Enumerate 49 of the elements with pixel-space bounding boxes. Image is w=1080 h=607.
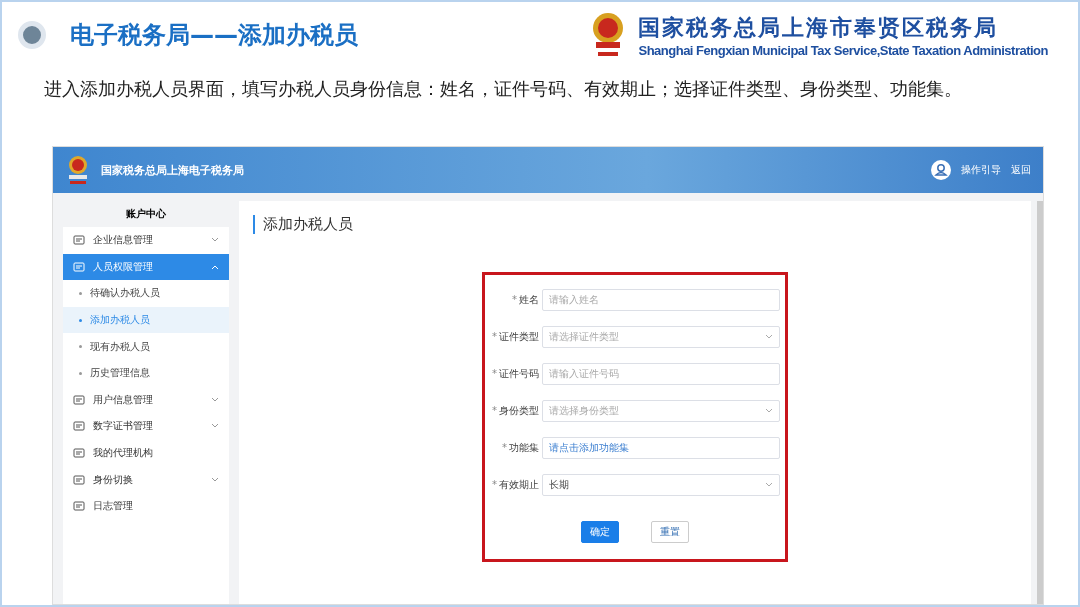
menu-icon	[73, 234, 85, 247]
sidebar-item[interactable]: 日志管理	[63, 492, 229, 520]
sidebar-subitem[interactable]: 历史管理信息	[63, 359, 229, 387]
sidebar-item[interactable]: 数字证书管理	[63, 413, 229, 440]
sidebar-subitem[interactable]: 现有办税人员	[63, 333, 229, 360]
chevron-icon	[765, 334, 773, 340]
organization-name-english: Shanghai Fengxian Municipal Tax Service,State Taxation Administration	[638, 42, 1048, 58]
scrollbar[interactable]	[1037, 201, 1043, 604]
banner-link[interactable]: 返回	[1011, 163, 1031, 177]
user-icon[interactable]	[931, 160, 951, 180]
page-title: 添加办税人员	[253, 215, 353, 234]
organization-name: 国家税务总局上海市奉贤区税务局	[638, 13, 1000, 42]
field-label: 身份类型	[499, 405, 539, 416]
menu-icon	[73, 420, 85, 433]
field-label: 证件号码	[499, 368, 539, 379]
field-label: 有效期止	[499, 479, 539, 490]
menu-icon	[73, 393, 85, 406]
sidebar-item[interactable]: 身份切换	[63, 466, 229, 493]
required-mark: *	[502, 442, 507, 453]
banner-link[interactable]: 操作引导	[961, 163, 1001, 177]
sidebar-heading: 账户中心	[63, 201, 229, 227]
select-field[interactable]: 长期	[542, 474, 780, 496]
required-mark: *	[492, 479, 497, 490]
slide-title: 电子税务局——添加办税员	[70, 20, 358, 51]
chevron-icon	[765, 482, 773, 488]
description-text: 进入添加办税人员界面，填写办税人员身份信息：姓名，证件号码、有效期止；选择证件类型、身份类型、功能集。	[44, 77, 963, 101]
sidebar-subitem[interactable]: 待确认办税人员	[63, 280, 229, 307]
sidebar-item[interactable]: 人员权限管理	[63, 253, 229, 281]
input-field[interactable]: 请点击添加功能集	[542, 437, 780, 459]
menu-icon	[73, 447, 85, 460]
required-mark: *	[492, 331, 497, 342]
menu-icon	[73, 473, 85, 486]
required-mark: *	[512, 294, 517, 305]
bullet-icon	[18, 21, 46, 49]
sidebar-item[interactable]: 企业信息管理	[63, 227, 229, 254]
sidebar-item[interactable]: 用户信息管理	[63, 386, 229, 414]
field-label: 功能集	[509, 442, 539, 453]
reset-button[interactable]: 重置	[651, 521, 689, 543]
field-label: 证件类型	[499, 331, 539, 342]
site-title: 国家税务总局上海电子税务局	[101, 162, 244, 178]
chevron-icon	[765, 408, 773, 414]
confirm-button[interactable]: 确定	[581, 521, 619, 543]
required-mark: *	[492, 368, 497, 379]
sidebar-item[interactable]: 我的代理机构	[63, 439, 229, 467]
required-mark: *	[492, 405, 497, 416]
menu-icon	[73, 500, 85, 513]
sidebar-subitem[interactable]: 添加办税人员	[63, 306, 229, 334]
menu-icon	[73, 260, 85, 273]
field-label: 姓名	[519, 294, 539, 305]
